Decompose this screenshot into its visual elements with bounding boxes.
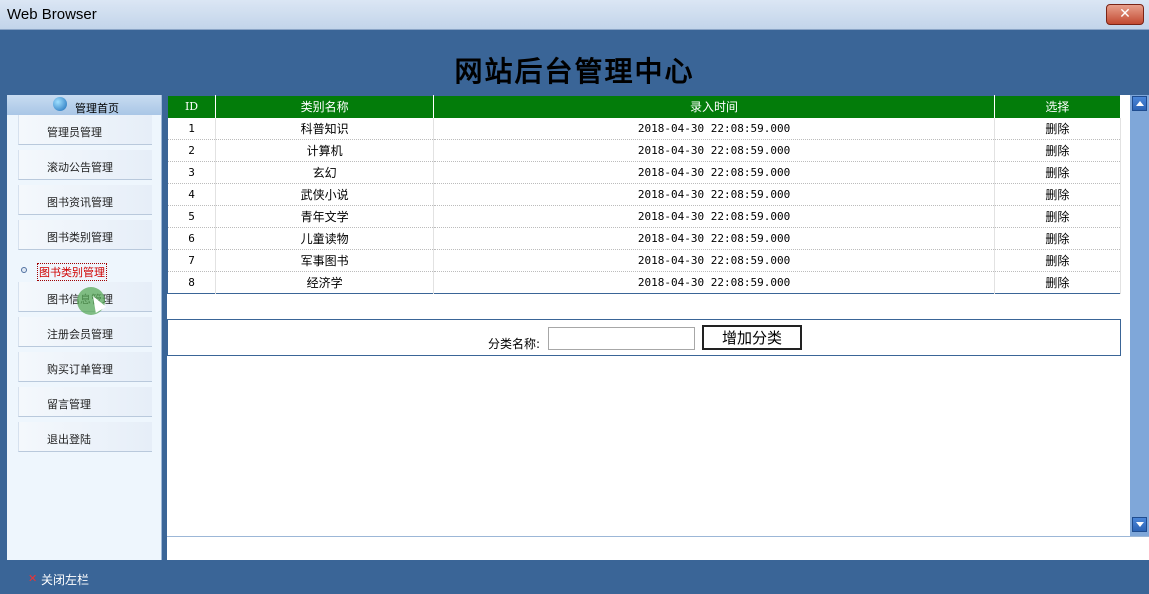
sidebar-item-label: 退出登陆 — [47, 433, 91, 446]
row-time: 2018-04-30 22:08:59.000 — [433, 227, 995, 250]
col-time: 录入时间 — [433, 95, 995, 118]
sidebar-item-members[interactable]: 注册会员管理 — [18, 317, 152, 347]
sidebar-item-label: 管理员管理 — [47, 126, 102, 139]
row-name: 经济学 — [215, 271, 435, 294]
sidebar-item-label: 购买订单管理 — [47, 363, 113, 376]
bullet-icon — [21, 267, 27, 273]
sidebar-item-label: 图书类别管理 — [47, 231, 113, 244]
table-header-row: ID 类别名称 录入时间 选择 — [167, 95, 1122, 118]
add-category-form: 分类名称: 增加分类 — [167, 319, 1121, 356]
delete-link[interactable]: 删除 — [994, 161, 1122, 184]
row-id: 8 — [167, 271, 217, 294]
delete-link[interactable]: 删除 — [994, 249, 1122, 272]
row-time: 2018-04-30 22:08:59.000 — [433, 117, 995, 140]
col-name: 类别名称 — [215, 95, 435, 118]
row-time: 2018-04-30 22:08:59.000 — [433, 183, 995, 206]
sidebar-item-label: 图书资讯管理 — [47, 196, 113, 209]
table-row: 7 军事图书 2018-04-30 22:08:59.000 删除 — [167, 249, 1122, 272]
row-name: 儿童读物 — [215, 227, 435, 250]
row-id: 1 — [167, 117, 217, 140]
delete-link[interactable]: 删除 — [994, 183, 1122, 206]
banner: 网站后台管理中心 — [0, 30, 1149, 93]
footer-bar: ✕ 关闭左栏 — [0, 562, 1149, 594]
table-row: 6 儿童读物 2018-04-30 22:08:59.000 删除 — [167, 227, 1122, 250]
sidebar-active-label: 图书类别管理 — [37, 263, 107, 281]
table-row: 3 玄幻 2018-04-30 22:08:59.000 删除 — [167, 161, 1122, 184]
row-id: 2 — [167, 139, 217, 162]
scroll-down-icon[interactable] — [1132, 517, 1147, 532]
window-title: Web Browser — [7, 6, 97, 23]
category-table: ID 类别名称 录入时间 选择 1 科普知识 2018-04-30 22:08:59… — [167, 95, 1122, 294]
row-name: 计算机 — [215, 139, 435, 162]
row-time: 2018-04-30 22:08:59.000 — [433, 161, 995, 184]
sidebar-item-logout[interactable]: 退出登陆 — [18, 422, 152, 452]
row-time: 2018-04-30 22:08:59.000 — [433, 205, 995, 228]
window-close-button[interactable]: ✕ — [1106, 4, 1144, 25]
sidebar-home-label: 管理首页 — [75, 102, 119, 115]
close-sidebar-icon[interactable]: ✕ — [28, 572, 37, 585]
row-time: 2018-04-30 22:08:59.000 — [433, 249, 995, 272]
table-row: 5 青年文学 2018-04-30 22:08:59.000 删除 — [167, 205, 1122, 228]
row-id: 3 — [167, 161, 217, 184]
sidebar-item-label: 滚动公告管理 — [47, 161, 113, 174]
row-id: 5 — [167, 205, 217, 228]
category-name-input[interactable] — [548, 327, 695, 350]
table-row: 4 武侠小说 2018-04-30 22:08:59.000 删除 — [167, 183, 1122, 206]
sidebar-item-notice[interactable]: 滚动公告管理 — [18, 150, 152, 180]
row-name: 武侠小说 — [215, 183, 435, 206]
window-titlebar: Web Browser ✕ — [0, 0, 1149, 30]
category-name-label: 分类名称: — [488, 337, 541, 351]
close-icon: ✕ — [1119, 6, 1131, 22]
sidebar-item-book-category[interactable]: 图书类别管理 — [18, 220, 152, 250]
col-op: 选择 — [994, 95, 1122, 118]
row-id: 6 — [167, 227, 217, 250]
main-bottom-area — [167, 536, 1149, 560]
row-name: 青年文学 — [215, 205, 435, 228]
row-time: 2018-04-30 22:08:59.000 — [433, 271, 995, 294]
close-sidebar-link[interactable]: 关闭左栏 — [41, 571, 89, 588]
table-row: 1 科普知识 2018-04-30 22:08:59.000 删除 — [167, 117, 1122, 140]
row-time: 2018-04-30 22:08:59.000 — [433, 139, 995, 162]
row-name: 玄幻 — [215, 161, 435, 184]
sidebar-item-book-news[interactable]: 图书资讯管理 — [18, 185, 152, 215]
globe-icon — [53, 97, 67, 111]
sidebar: 管理首页 管理员管理 滚动公告管理 图书资讯管理 图书类别管理 图书类别管理 图… — [7, 95, 162, 560]
row-name: 军事图书 — [215, 249, 435, 272]
delete-link[interactable]: 删除 — [994, 139, 1122, 162]
sidebar-item-messages[interactable]: 留言管理 — [18, 387, 152, 417]
vertical-scrollbar[interactable] — [1130, 95, 1149, 536]
sidebar-item-label: 注册会员管理 — [47, 328, 113, 341]
sidebar-item-label: 留言管理 — [47, 398, 91, 411]
table-row: 8 经济学 2018-04-30 22:08:59.000 删除 — [167, 271, 1122, 294]
row-name: 科普知识 — [215, 117, 435, 140]
site-title: 网站后台管理中心 — [454, 55, 695, 88]
delete-link[interactable]: 删除 — [994, 271, 1122, 294]
col-id: ID — [167, 95, 217, 118]
delete-link[interactable]: 删除 — [994, 205, 1122, 228]
row-id: 4 — [167, 183, 217, 206]
delete-link[interactable]: 删除 — [994, 117, 1122, 140]
sidebar-item-admin[interactable]: 管理员管理 — [18, 115, 152, 145]
main-content: ID 类别名称 录入时间 选择 1 科普知识 2018-04-30 22:08:59… — [167, 95, 1130, 536]
sidebar-item-orders[interactable]: 购买订单管理 — [18, 352, 152, 382]
sidebar-home[interactable]: 管理首页 — [7, 95, 161, 115]
row-id: 7 — [167, 249, 217, 272]
delete-link[interactable]: 删除 — [994, 227, 1122, 250]
add-category-button[interactable]: 增加分类 — [702, 325, 802, 350]
table-row: 2 计算机 2018-04-30 22:08:59.000 删除 — [167, 139, 1122, 162]
scroll-up-icon[interactable] — [1132, 96, 1147, 111]
